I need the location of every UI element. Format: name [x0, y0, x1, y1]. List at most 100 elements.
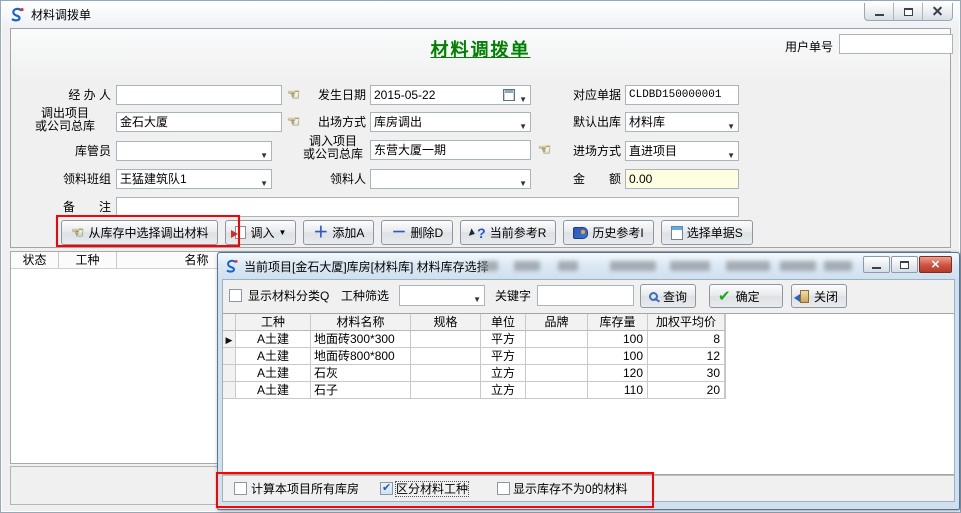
query-button[interactable]: 查询 [640, 284, 696, 308]
inventory-table-header: 工种 材料名称 规格 单位 品牌 库存量 加权平均价 [223, 314, 725, 331]
search-icon [649, 292, 658, 301]
outmode-select[interactable]: 库房调出▼ [370, 112, 531, 132]
keyword-input[interactable] [537, 285, 634, 306]
chevron-down-icon: ▼ [727, 118, 735, 136]
redacted-text [558, 261, 578, 271]
chevron-down-icon: ▼ [260, 175, 268, 193]
add-button[interactable]: ＋添加A [303, 220, 374, 245]
remark-input[interactable] [116, 197, 739, 217]
transfer-in-button[interactable]: 调入▼ [225, 220, 296, 245]
table-row[interactable]: A土建 石子 立方 110 20 [223, 382, 725, 399]
calc-all-label[interactable]: 计算本项目所有库房 [251, 482, 359, 496]
window-controls [864, 3, 953, 21]
show-nonzero-label[interactable]: 显示库存不为0的材料 [513, 482, 628, 496]
redacted-text [726, 261, 770, 271]
doc-no-label: 对应单据 [556, 85, 621, 105]
show-category-label[interactable]: 显示材料分类Q [248, 289, 329, 303]
col-worktype[interactable]: 工种 [236, 314, 311, 331]
dialog-client-area: 显示材料分类Q 工种筛选 ▼ 关键字 查询 ✔确定 关闭 工种 材料名称 规格 … [222, 279, 955, 502]
dialog-title: 当前项目[金石大厦]库房[材料库] 材料库存选择 [244, 258, 489, 275]
dialog-titlebar: 当前项目[金石大厦]库房[材料库] 材料库存选择 [218, 253, 959, 279]
col-status[interactable]: 状态 [11, 252, 59, 268]
col-stock-qty[interactable]: 库存量 [588, 314, 648, 331]
col-material-name[interactable]: 材料名称 [311, 314, 411, 331]
chevron-down-icon: ▼ [519, 118, 527, 136]
inventory-panel: 工种 材料名称 规格 单位 品牌 库存量 加权平均价 ▶ A土建 地面砖300*… [223, 313, 954, 475]
dialog-filter-bar: 显示材料分类Q 工种筛选 ▼ 关键字 查询 ✔确定 关闭 [223, 280, 954, 313]
question-icon: ? [477, 225, 486, 241]
history-ref-button[interactable]: 历史参考I [563, 220, 653, 245]
default-store-label: 默认出库 [556, 112, 621, 132]
delete-button[interactable]: －删除D [381, 220, 453, 245]
table-row[interactable]: A土建 地面砖800*800 平方 100 12 [223, 348, 725, 365]
worktype-filter-label: 工种筛选 [341, 289, 389, 303]
col-worktype[interactable]: 工种 [59, 252, 117, 268]
distinguish-label[interactable]: 区分材料工种 [396, 482, 468, 496]
user-no-input[interactable] [839, 34, 953, 54]
redacted-text [670, 261, 710, 271]
doc-no-input[interactable]: CLDBD150000001 [625, 85, 739, 105]
minus-icon: － [391, 226, 406, 240]
row-selector [223, 365, 236, 382]
redacted-text [780, 261, 816, 271]
dialog-minimize-button[interactable] [863, 256, 890, 273]
team-select[interactable]: 王猛建筑队1▼ [116, 169, 272, 189]
hand-picker-icon[interactable]: ☜ [287, 113, 300, 131]
table-row[interactable]: A土建 石灰 立方 120 30 [223, 365, 725, 382]
maximize-icon [900, 261, 909, 269]
minimize-icon [875, 8, 884, 16]
picker-select[interactable]: ▼ [370, 169, 531, 189]
redacted-text [514, 261, 540, 271]
default-store-select[interactable]: 材料库▼ [625, 112, 739, 132]
chevron-down-icon: ▼ [727, 147, 735, 165]
keeper-select[interactable]: ▼ [116, 141, 272, 161]
calendar-icon[interactable] [503, 89, 515, 101]
ok-button[interactable]: ✔确定 [709, 284, 783, 308]
out-project-input[interactable]: 金石大厦 [116, 112, 282, 132]
hand-picker-icon[interactable]: ☜ [538, 141, 551, 159]
team-label: 领料班组 [41, 169, 111, 189]
window-title: 材料调拨单 [31, 6, 91, 23]
select-doc-button[interactable]: 选择单据S [661, 220, 753, 245]
worktype-filter-select[interactable]: ▼ [399, 285, 485, 306]
calc-all-checkbox[interactable] [234, 482, 247, 495]
inmode-select[interactable]: 直进项目▼ [625, 141, 739, 161]
hand-icon: ☜ [71, 224, 84, 242]
selector-column-header [223, 314, 236, 331]
check-icon: ✔ [718, 287, 731, 305]
close-icon [932, 6, 943, 17]
in-project-input[interactable]: 东营大厦一期 [370, 140, 531, 160]
chevron-down-icon: ▼ [260, 147, 268, 165]
col-spec[interactable]: 规格 [411, 314, 481, 331]
close-button[interactable] [923, 3, 952, 20]
select-from-stock-button[interactable]: ☜从库存中选择调出材料 [61, 220, 218, 245]
date-input[interactable]: 2015-05-22 ▼ [370, 85, 531, 105]
maximize-icon [904, 8, 913, 16]
show-category-checkbox[interactable] [229, 289, 242, 302]
dialog-close-button[interactable] [919, 256, 952, 273]
cursor-icon [469, 228, 476, 237]
minimize-button[interactable] [865, 3, 894, 20]
exit-door-icon [800, 290, 809, 303]
col-brand[interactable]: 品牌 [526, 314, 588, 331]
current-ref-button[interactable]: ?当前参考R [460, 220, 556, 245]
row-selector [223, 348, 236, 365]
table-row[interactable]: ▶ A土建 地面砖300*300 平方 100 8 [223, 331, 725, 348]
operator-input[interactable] [116, 85, 282, 105]
inventory-dialog: 当前项目[金石大厦]库房[材料库] 材料库存选择 显示材料分类Q 工种筛选 ▼ … [217, 252, 960, 510]
col-unit[interactable]: 单位 [481, 314, 526, 331]
redacted-text [610, 261, 656, 271]
dialog-maximize-button[interactable] [891, 256, 918, 273]
col-avg-price[interactable]: 加权平均价 [648, 314, 725, 331]
maximize-button[interactable] [894, 3, 923, 20]
inventory-table: 工种 材料名称 规格 单位 品牌 库存量 加权平均价 ▶ A土建 地面砖300*… [223, 314, 726, 399]
book-icon [573, 227, 588, 239]
amount-input[interactable]: 0.00 [625, 169, 739, 189]
distinguish-checkbox[interactable] [380, 482, 393, 495]
plus-icon: ＋ [313, 226, 328, 240]
chevron-down-icon: ▼ [278, 228, 286, 237]
hand-picker-icon[interactable]: ☜ [287, 86, 300, 104]
close-dialog-button[interactable]: 关闭 [791, 284, 847, 308]
show-nonzero-checkbox[interactable] [497, 482, 510, 495]
chevron-down-icon[interactable]: ▼ [519, 91, 527, 109]
